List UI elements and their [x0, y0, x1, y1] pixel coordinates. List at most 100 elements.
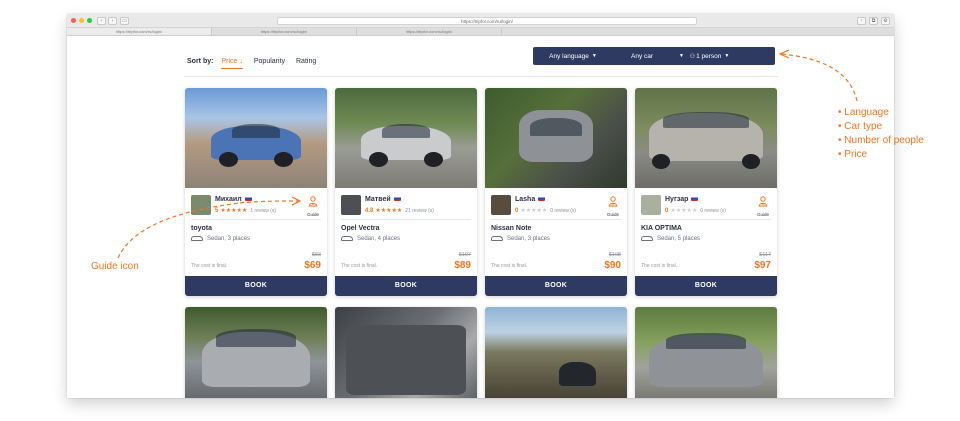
cost-note: The cost is final.	[191, 263, 228, 269]
guide-badge: Guide	[305, 194, 321, 217]
reviews-count[interactable]: 21 review (s)	[405, 208, 434, 214]
close-dot-icon[interactable]	[71, 18, 76, 23]
avatar[interactable]	[191, 195, 211, 215]
people-filter-label: 1 person	[696, 52, 722, 60]
wheel-icon	[219, 152, 238, 167]
car-photo[interactable]	[335, 88, 477, 188]
car-window-icon	[381, 124, 431, 138]
car-card: Нугзар 0 ★★★★★ 0 review (s) Guide KIA OPTI…	[635, 88, 777, 296]
car-icon	[641, 236, 653, 241]
cost-note: The cost is final.	[341, 263, 378, 269]
wheel-icon	[652, 154, 671, 169]
price: $90	[604, 260, 621, 271]
annotation-item-label: Number of people	[844, 135, 924, 146]
sort-label: Sort by:	[187, 58, 214, 65]
tabs-icon[interactable]: ⧉	[869, 17, 878, 25]
rating-value: 5	[215, 208, 219, 214]
driver-info: Нугзар 0 ★★★★★ 0 review (s) Guide	[641, 195, 771, 217]
car-window-icon	[530, 118, 582, 136]
car-photo[interactable]	[485, 88, 627, 188]
sidebar-icon[interactable]: ▭	[120, 17, 129, 25]
language-filter[interactable]: Any language ▼	[533, 47, 613, 65]
driver-name-label: Михаил	[215, 196, 242, 203]
book-button[interactable]: BOOK	[635, 276, 777, 296]
people-filter[interactable]: ⚇ 1 person ▼	[686, 47, 733, 65]
avatar[interactable]	[641, 195, 661, 215]
driver-name[interactable]: Lasha	[515, 196, 546, 203]
guide-icon	[608, 196, 618, 207]
back-icon[interactable]: ‹	[97, 17, 106, 25]
settings-icon[interactable]: ⚙	[881, 17, 890, 25]
wheel-icon	[274, 152, 293, 167]
reviews-count[interactable]: 0 review (s)	[700, 208, 726, 214]
car-type-label: Sedan, 3 places	[507, 236, 551, 242]
address-bar[interactable]: https://tripfor.com/ru/login/	[277, 17, 697, 25]
maximize-dot-icon[interactable]	[87, 18, 92, 23]
annotation-item-label: Price	[844, 149, 868, 160]
annotation-item: • Car type	[838, 121, 883, 132]
sort-option-price[interactable]: Price ↓	[221, 58, 243, 69]
avatar[interactable]	[341, 195, 361, 215]
share-icon[interactable]: ↑	[857, 17, 866, 25]
browser-tab[interactable]: https://tripfor.com/ru/login/	[67, 28, 212, 35]
sort-option-rating[interactable]: Rating	[296, 58, 316, 65]
car-type: Sedan, 4 places	[341, 236, 400, 242]
driver-name[interactable]: Михаил	[215, 196, 252, 203]
car-photo[interactable]	[635, 88, 777, 188]
guide-badge: Guide	[605, 194, 621, 217]
car-filter-label: Any car	[631, 52, 654, 60]
car-type: Sedan, 3 places	[191, 236, 250, 242]
annotation-item-label: Language	[844, 107, 889, 118]
guide-badge: Guide	[755, 194, 771, 217]
book-button[interactable]: BOOK	[185, 276, 327, 296]
driver-name[interactable]: Нугзар	[665, 196, 699, 203]
car-filter[interactable]: Any car ▼	[613, 47, 686, 65]
forward-icon[interactable]: ›	[108, 17, 117, 25]
sort-bar: Sort by: Price ↓ Popularity Rating	[187, 54, 327, 69]
old-price: $83	[311, 252, 321, 258]
browser-tab[interactable]: https://tripfor.com/ru/login/	[212, 28, 357, 35]
book-button[interactable]: BOOK	[335, 276, 477, 296]
old-price: $117	[759, 252, 771, 258]
car-card: Lasha 0 ★★★★★ 0 review (s) Guide Nissan No…	[485, 88, 627, 296]
cost-note: The cost is final.	[641, 263, 678, 269]
wheel-icon	[741, 154, 760, 169]
car-type-label: Sedan, 4 places	[357, 236, 401, 242]
car-type-label: Sedan, 3 places	[207, 236, 251, 242]
car-model: toyota	[191, 225, 212, 232]
book-button[interactable]: BOOK	[485, 276, 627, 296]
car-card	[635, 307, 777, 398]
person-icon: ⚇	[689, 53, 696, 60]
car-photo[interactable]	[485, 307, 627, 398]
window-controls[interactable]	[71, 18, 92, 23]
cost-note: The cost is final.	[491, 263, 528, 269]
car-body-icon	[558, 362, 596, 386]
sort-option-popularity[interactable]: Popularity	[254, 58, 285, 65]
driver-rating: 5 ★★★★★ 1 review (s)	[215, 207, 276, 214]
avatar[interactable]	[491, 195, 511, 215]
stars-icon: ★★★★★	[220, 208, 248, 214]
car-model: Nissan Note	[491, 225, 532, 232]
guide-icon	[308, 196, 318, 207]
russia-flag-icon	[538, 196, 546, 201]
old-price: $107	[458, 252, 471, 258]
browser-tabbar: https://tripfor.com/ru/login/ https://tr…	[67, 28, 894, 36]
minimize-dot-icon[interactable]	[79, 18, 84, 23]
car-window-icon	[216, 329, 296, 347]
driver-rating: 0 ★★★★★ 0 review (s)	[665, 207, 726, 214]
reviews-count[interactable]: 1 review (s)	[250, 208, 276, 214]
car-photo[interactable]	[335, 307, 477, 398]
divider	[191, 219, 321, 220]
car-type: Sedan, 3 places	[491, 236, 550, 242]
car-photo[interactable]	[185, 88, 327, 188]
driver-info: Lasha 0 ★★★★★ 0 review (s) Guide	[491, 195, 621, 217]
reviews-count[interactable]: 0 review (s)	[550, 208, 576, 214]
car-photo[interactable]	[635, 307, 777, 398]
driver-info: Матвей 4.8 ★★★★★ 21 review (s)	[341, 195, 471, 217]
divider	[184, 76, 778, 77]
driver-name[interactable]: Матвей	[365, 196, 401, 203]
russia-flag-icon	[244, 196, 252, 201]
old-price: $108	[608, 252, 621, 258]
car-photo[interactable]	[185, 307, 327, 398]
browser-tab[interactable]: https://tripfor.com/ru/login/	[357, 28, 502, 35]
